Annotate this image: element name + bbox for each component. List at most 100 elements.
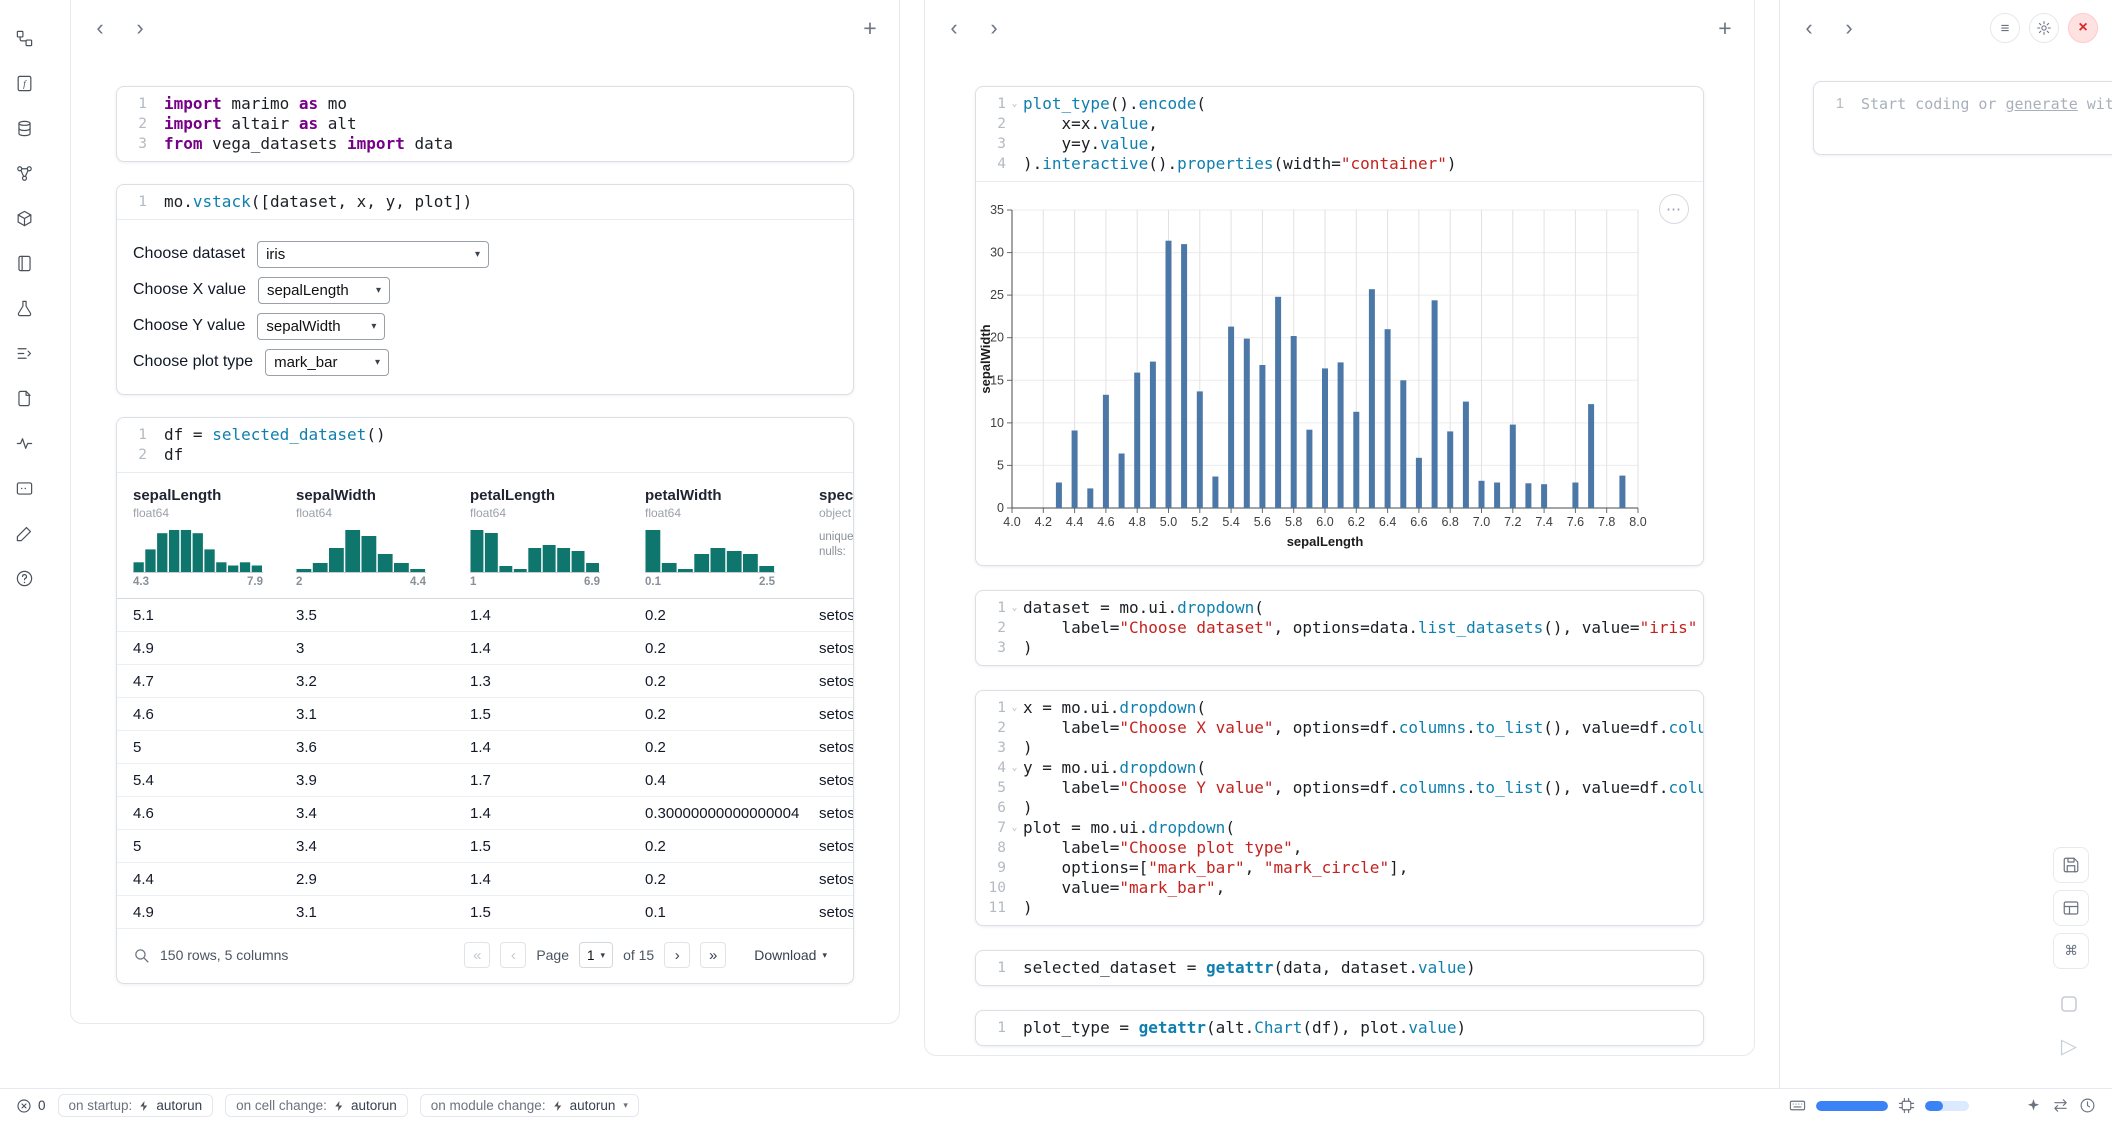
on-startup-config[interactable]: on startup: autorun <box>58 1094 214 1117</box>
code-editor[interactable]: 1import marimo as mo2import altair as al… <box>117 87 853 161</box>
notebook-button[interactable] <box>10 249 38 277</box>
column-header[interactable]: sepalWidthfloat6424.4 <box>280 473 454 599</box>
column-header[interactable]: petalLengthfloat6416.9 <box>454 473 629 599</box>
table-row[interactable]: 4.63.11.50.2setosa <box>117 698 853 731</box>
page-select[interactable]: 1▾ <box>579 942 613 968</box>
y-value-select[interactable]: sepalWidth▾ <box>257 313 385 340</box>
stop-all-button[interactable] <box>2049 984 2089 1024</box>
console-button[interactable] <box>10 474 38 502</box>
table-cell: 0.2 <box>629 830 803 863</box>
download-button[interactable]: Download▾ <box>754 947 827 963</box>
close-icon: × <box>2078 19 2087 37</box>
code-editor[interactable]: 1df = selected_dataset()2df <box>117 418 853 472</box>
column-next-button[interactable]: › <box>979 13 1009 43</box>
add-cell-button[interactable]: + <box>855 13 885 43</box>
svg-text:0: 0 <box>997 501 1004 515</box>
code-editor[interactable]: 1plot_type = getattr(alt.Chart(df), plot… <box>976 1011 1703 1045</box>
code-editor[interactable]: 1⌄dataset = mo.ui.dropdown(2 label="Choo… <box>976 591 1703 665</box>
logs-icon <box>15 344 34 363</box>
documentation-button[interactable] <box>10 384 38 412</box>
table-row[interactable]: 5.13.51.40.2setosa <box>117 599 853 632</box>
floating-layout-button[interactable] <box>2053 890 2089 926</box>
vstack-cell: 1mo.vstack([dataset, x, y, plot]) Choose… <box>116 184 854 395</box>
table-cell: 0.2 <box>629 698 803 731</box>
cells-container: 1⌄plot_type().encode(2 x=x.value,3 y=y.v… <box>925 86 1754 1046</box>
table-row[interactable]: 4.73.21.30.2setosa <box>117 665 853 698</box>
plot-type-select[interactable]: mark_bar▾ <box>265 349 389 376</box>
last-page-button[interactable]: » <box>700 942 726 968</box>
run-all-button[interactable]: ▷ <box>2049 1026 2089 1066</box>
column-header[interactable]: sepalLengthfloat644.37.9 <box>117 473 280 599</box>
chart-actions-button[interactable]: ⋯ <box>1659 194 1689 224</box>
ai-button[interactable] <box>2025 1097 2042 1114</box>
svg-text:7.2: 7.2 <box>1504 515 1521 529</box>
code-editor[interactable]: 1selected_dataset = getattr(data, datase… <box>976 951 1703 985</box>
fold-icon[interactable]: ⌄ <box>1006 698 1023 718</box>
code-line: 2import altair as alt <box>117 114 853 134</box>
keyboard-button[interactable] <box>1789 1097 1806 1114</box>
panel-close-button[interactable]: × <box>2068 13 2098 43</box>
on-cell-change-config[interactable]: on cell change: autorun <box>225 1094 408 1117</box>
help-button[interactable] <box>10 564 38 592</box>
tracing-button[interactable] <box>10 429 38 457</box>
column-next-button[interactable]: › <box>125 13 155 43</box>
snippets-button[interactable] <box>10 519 38 547</box>
column-header[interactable]: speciesobjectunique:nulls: <box>803 473 853 599</box>
scratchpad-editor[interactable]: 1 Start coding or generate with AI <box>1813 81 2112 155</box>
experiments-button[interactable] <box>10 294 38 322</box>
table-row[interactable]: 4.42.91.40.2setosa <box>117 863 853 896</box>
prev-page-button[interactable]: ‹ <box>500 942 526 968</box>
fold-icon[interactable]: ⌄ <box>1006 818 1023 838</box>
fold-icon[interactable]: ⌄ <box>1006 598 1023 618</box>
keyboard-shortcuts-button[interactable]: ⌘ <box>2053 933 2089 969</box>
marimo-file-button[interactable]: f <box>10 69 38 97</box>
table-row[interactable]: 4.63.41.40.30000000000000004setosa <box>117 797 853 830</box>
table-row[interactable]: 53.61.40.2setosa <box>117 731 853 764</box>
shuffle-button[interactable] <box>2052 1097 2069 1114</box>
fold-icon[interactable]: ⌄ <box>1006 758 1023 778</box>
code-line: 1⌄dataset = mo.ui.dropdown( <box>976 598 1703 618</box>
code-editor[interactable]: 1mo.vstack([dataset, x, y, plot]) <box>117 185 853 219</box>
add-cell-button[interactable]: + <box>1710 13 1740 43</box>
file-explorer-button[interactable] <box>10 24 38 52</box>
code-editor[interactable]: 1⌄x = mo.ui.dropdown(2 label="Choose X v… <box>976 691 1703 925</box>
column-prev-button[interactable]: ‹ <box>85 13 115 43</box>
fold-icon[interactable]: ⌄ <box>1006 94 1023 114</box>
svg-text:6.6: 6.6 <box>1410 515 1427 529</box>
column-next-button[interactable]: › <box>1834 13 1864 43</box>
download-label: Download <box>754 947 816 963</box>
search-icon[interactable] <box>133 947 150 964</box>
table-row[interactable]: 53.41.50.2setosa <box>117 830 853 863</box>
logs-button[interactable] <box>10 339 38 367</box>
packages-button[interactable] <box>10 204 38 232</box>
first-page-button[interactable]: « <box>464 942 490 968</box>
column-header[interactable]: petalWidthfloat640.12.5 <box>629 473 803 599</box>
table-row[interactable]: 4.931.40.2setosa <box>117 632 853 665</box>
column-prev-button[interactable]: ‹ <box>939 13 969 43</box>
svg-text:5.8: 5.8 <box>1285 515 1302 529</box>
table-row[interactable]: 5.43.91.70.4setosa <box>117 764 853 797</box>
select-value: iris <box>266 246 285 263</box>
table-footer: 150 rows, 5 columns « ‹ Page 1▾ of 15 › … <box>117 929 853 983</box>
dataset-select[interactable]: iris▾ <box>257 241 489 268</box>
chart-svg[interactable]: 4.04.24.44.64.85.05.25.45.65.86.06.26.46… <box>980 198 1666 550</box>
graph-icon <box>15 164 34 183</box>
panel-menu-button[interactable]: ≡ <box>1990 13 2020 43</box>
line-number: 2 <box>976 618 1006 638</box>
table-row[interactable]: 4.93.11.50.1setosa <box>117 896 853 929</box>
code-editor[interactable]: 1⌄plot_type().encode(2 x=x.value,3 y=y.v… <box>976 87 1703 181</box>
panel-settings-button[interactable] <box>2029 13 2059 43</box>
x-value-select[interactable]: sepalLength▾ <box>258 277 390 304</box>
datasources-button[interactable] <box>10 114 38 142</box>
column-prev-button[interactable]: ‹ <box>1794 13 1824 43</box>
on-module-change-config[interactable]: on module change: autorun ▾ <box>420 1094 639 1117</box>
dependency-graph-button[interactable] <box>10 159 38 187</box>
cpu-button[interactable] <box>1898 1097 1915 1114</box>
generate-with-ai-link[interactable]: generate <box>2006 95 2078 113</box>
errors-indicator[interactable]: 0 <box>16 1098 46 1114</box>
history-button[interactable] <box>2079 1097 2096 1114</box>
floating-save-button[interactable] <box>2053 847 2089 883</box>
table-cell: setosa <box>803 863 853 896</box>
next-page-button[interactable]: › <box>664 942 690 968</box>
file-tree-icon <box>15 29 34 48</box>
